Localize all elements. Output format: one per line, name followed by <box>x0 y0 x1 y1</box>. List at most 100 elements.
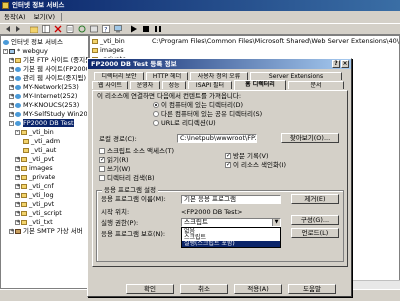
expand-icon[interactable]: + <box>15 210 20 216</box>
check-index-resource[interactable]: ✓ 이 리소스 색인화(I) <box>225 161 286 169</box>
configuration-button[interactable]: 구성(G)... <box>291 215 339 225</box>
app-name-input[interactable]: 기본 응용 프로그램 <box>181 195 281 204</box>
pause-icon[interactable] <box>154 25 162 33</box>
radio-url-redirect[interactable]: URL로 리디렉션(U) <box>153 119 216 127</box>
tree-toggle-icon[interactable] <box>42 25 50 33</box>
tree-folder[interactable]: + _vti_log <box>15 191 54 199</box>
tree-server[interactable]: - * webguy <box>3 47 48 55</box>
expand-icon[interactable]: + <box>15 192 20 198</box>
computer-icon[interactable] <box>114 25 122 33</box>
tree-site-my-selfstudy[interactable]: + MY-SelfStudy Win2000 <box>9 110 88 118</box>
unload-button[interactable]: 언로드(L) <box>291 228 339 238</box>
menu-view[interactable]: 보기(V) <box>34 13 55 21</box>
expand-icon[interactable]: + <box>15 165 20 171</box>
console-tree[interactable]: 인터넷 정보 서비스 - * webguy + 기본 FTP 사이트 (중지됨) +… <box>0 35 89 289</box>
check-directory-browsing[interactable]: 디렉터리 검색(B) <box>99 174 154 182</box>
close-icon[interactable]: × <box>341 60 349 68</box>
browse-button[interactable]: 찾아보기(O)... <box>281 133 339 143</box>
tab-http-headers[interactable]: HTTP 헤더 <box>146 72 188 80</box>
tab-directory-security[interactable]: 디렉터리 보안 <box>94 72 144 80</box>
back-icon[interactable] <box>4 25 12 33</box>
expand-icon[interactable]: + <box>9 111 14 117</box>
radio-network-share[interactable]: 다른 컴퓨터에 있는 공유 디렉터리(S) <box>153 110 262 118</box>
menu-action[interactable]: 동작(A) <box>4 13 25 21</box>
forward-icon[interactable] <box>14 25 22 33</box>
checkbox-checked[interactable]: ✓ <box>225 153 231 159</box>
up-folder-icon[interactable] <box>29 25 39 34</box>
help-icon[interactable]: ? <box>102 25 110 34</box>
expand-icon[interactable]: + <box>15 183 20 189</box>
radio-button[interactable] <box>153 111 159 117</box>
tree-site-my-knoucs[interactable]: + MY-KNOUCS(253) <box>9 101 79 109</box>
properties-icon[interactable] <box>66 25 74 33</box>
exec-permissions-select[interactable]: 스크립트 ▼ <box>181 218 281 227</box>
radio-button[interactable] <box>153 120 159 126</box>
radio-button-selected[interactable] <box>153 102 159 108</box>
tree-site-my-internet[interactable]: + MY-Internet(252) <box>9 92 77 100</box>
tree-site-my-network[interactable]: + MY-Network(253) <box>9 83 79 91</box>
tab-operators[interactable]: 운영자 <box>130 81 160 89</box>
list-item[interactable]: _vti_bin C:\Program Files\Common Files\Mi… <box>92 37 399 45</box>
tab-custom-errors[interactable]: 사용자 정의 오류 <box>190 72 248 80</box>
expand-icon[interactable]: + <box>9 93 14 99</box>
checkbox[interactable] <box>99 175 105 181</box>
tab-server-extensions[interactable]: Server Extensions <box>250 72 342 80</box>
tree-folder[interactable]: _vti_adm <box>23 137 60 145</box>
checkbox-checked[interactable]: ✓ <box>99 157 105 163</box>
expand-icon[interactable]: + <box>9 228 14 234</box>
expand-icon[interactable]: + <box>9 57 14 63</box>
expand-icon[interactable]: + <box>9 66 14 72</box>
checkbox[interactable] <box>99 166 105 172</box>
tree-folder[interactable]: _vti_aut <box>23 146 56 154</box>
tree-site-ftp[interactable]: + 기본 FTP 사이트 (중지됨) <box>9 56 88 64</box>
tree-folder[interactable]: + _private <box>15 173 55 181</box>
tree-folder[interactable]: + _vti_cnf <box>15 182 54 190</box>
check-script-source-access[interactable]: 스크립트 소스 액세스(T) <box>99 147 174 155</box>
ok-button[interactable]: 확인 <box>126 284 174 294</box>
expand-icon[interactable]: + <box>15 174 20 180</box>
stop-icon[interactable] <box>142 25 150 33</box>
tab-documents[interactable]: 문서 <box>288 81 344 89</box>
dropdown-option-highlighted[interactable]: 실행(스크립트 포함) <box>182 241 280 247</box>
play-icon[interactable] <box>130 25 138 33</box>
apply-button[interactable]: 적용(A) <box>234 284 282 294</box>
tree-folder[interactable]: - _vti_bin <box>15 128 54 136</box>
refresh-icon[interactable] <box>78 25 86 33</box>
tree-site-fp2000-db-test[interactable]: - FP2000 DB Test <box>9 119 74 127</box>
check-write[interactable]: 쓰기(W) <box>99 165 130 173</box>
expand-icon[interactable]: + <box>9 102 14 108</box>
checkbox[interactable] <box>99 148 105 154</box>
help-question-icon[interactable]: ? <box>332 60 340 68</box>
tab-performance[interactable]: 성능 <box>162 81 186 89</box>
tree-folder[interactable]: + _vti_pvt <box>15 155 54 163</box>
checkbox-checked[interactable]: ✓ <box>225 162 231 168</box>
expand-icon[interactable]: + <box>15 156 20 162</box>
cancel-button[interactable]: 취소 <box>180 284 228 294</box>
local-path-input[interactable]: C:\Inetpub\wwwroot\FP2000 <box>177 134 257 143</box>
tree-folder[interactable]: + images <box>15 164 53 172</box>
collapse-icon[interactable]: - <box>15 129 20 135</box>
tree-smtp[interactable]: + 기본 SMTP 가상 서버 <box>9 227 83 235</box>
delete-icon[interactable] <box>54 25 62 33</box>
tab-isapi-filters[interactable]: ISAPI 필터 <box>188 81 232 89</box>
tree-site-admin-web[interactable]: + 관리 웹 사이트(중지됨) <box>9 74 86 82</box>
tree-folder[interactable]: + _vti_pvt <box>15 200 54 208</box>
check-read[interactable]: ✓ 읽기(R) <box>99 156 129 164</box>
exec-permissions-dropdown[interactable]: 없음 스크립트 실행(스크립트 포함) <box>181 227 281 248</box>
check-log-visits[interactable]: ✓ 방문 기록(V) <box>225 152 269 160</box>
export-icon[interactable] <box>90 25 98 33</box>
chevron-down-icon[interactable]: ▼ <box>272 219 280 226</box>
collapse-icon[interactable]: - <box>3 48 8 54</box>
remove-button[interactable]: 제거(E) <box>291 194 339 204</box>
help-button[interactable]: 도움말 <box>288 284 336 294</box>
tree-site-default-web[interactable]: + 기본 웹 사이트(FP2000) <box>9 65 88 73</box>
tab-web-site[interactable]: 웹 사이트 <box>92 81 128 89</box>
tree-root[interactable]: 인터넷 정보 서비스 <box>3 38 63 46</box>
collapse-icon[interactable]: - <box>9 120 14 126</box>
expand-icon[interactable]: + <box>15 219 20 225</box>
tab-home-directory[interactable]: 홈 디렉터리 <box>234 80 286 90</box>
expand-icon[interactable]: + <box>15 201 20 207</box>
radio-local-directory[interactable]: 이 컴퓨터에 있는 디렉터리(D) <box>153 101 243 109</box>
list-item[interactable]: images <box>92 46 124 54</box>
expand-icon[interactable]: + <box>9 75 14 81</box>
